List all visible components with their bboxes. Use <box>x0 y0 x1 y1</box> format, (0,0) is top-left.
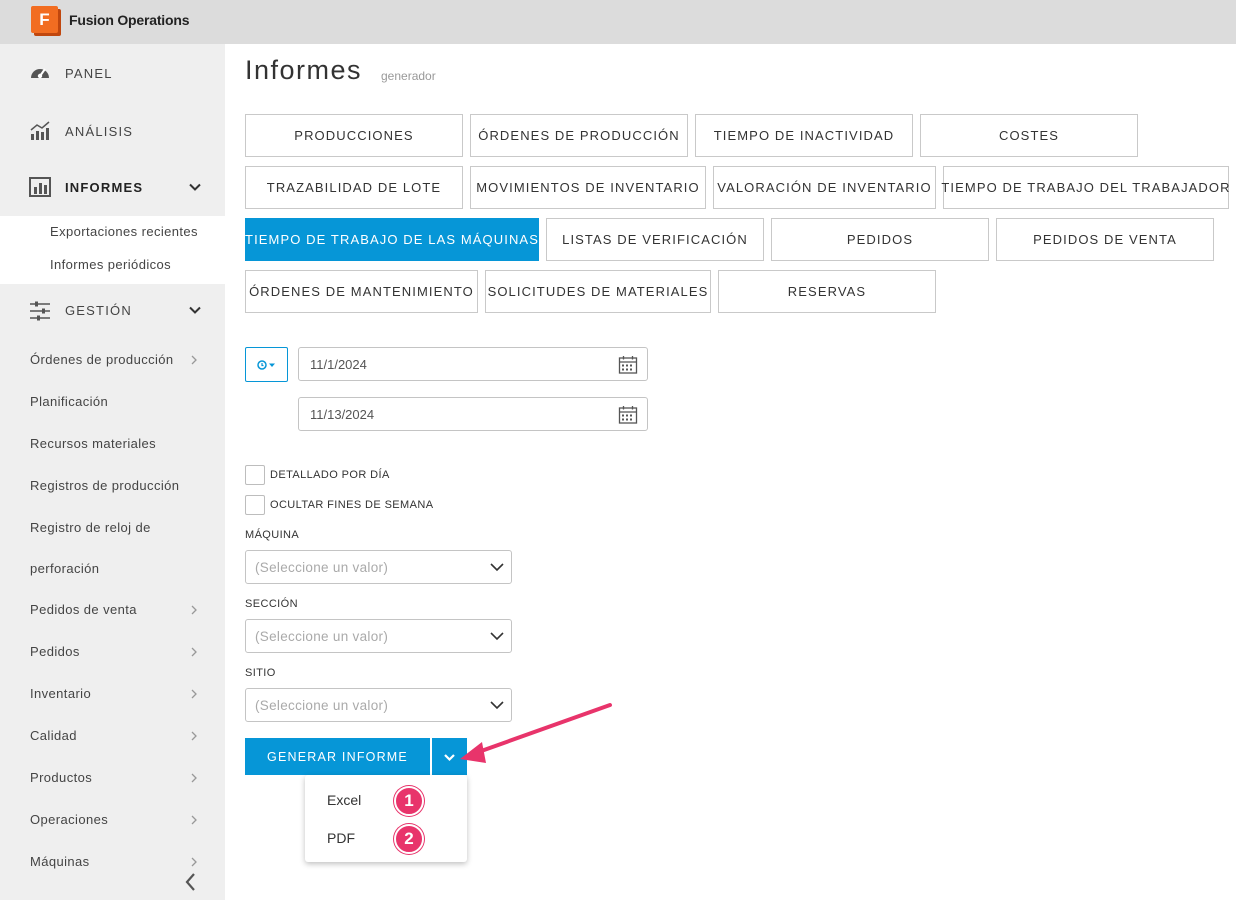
date-preset-dropdown[interactable] <box>245 347 288 382</box>
chevron-right-icon <box>191 355 197 365</box>
seccion-placeholder: (Seleccione un valor) <box>255 629 389 644</box>
app-header: F Fusion Operations <box>0 0 1236 44</box>
menu-item-excel[interactable]: Excel <box>327 792 361 808</box>
date-from-value: 11/1/2024 <box>310 357 367 372</box>
page-subtitle: generador <box>381 69 436 83</box>
page-title: Informes <box>245 55 363 85</box>
sidebar-item-productos[interactable]: Productos <box>30 770 92 785</box>
sidebar-item-ordenes-produccion[interactable]: Órdenes de producción <box>30 352 174 367</box>
report-button-pedidos-venta[interactable]: PEDIDOS DE VENTA <box>996 218 1214 261</box>
report-button-reservas[interactable]: RESERVAS <box>718 270 936 313</box>
bar-chart-icon <box>30 121 50 140</box>
chevron-right-icon <box>191 815 197 825</box>
maquina-select[interactable]: (Seleccione un valor) <box>245 550 512 584</box>
report-button-pedidos[interactable]: PEDIDOS <box>771 218 989 261</box>
report-button-solicitudes-materiales[interactable]: SOLICITUDES DE MATERIALES <box>485 270 711 313</box>
sidebar: PANEL ANÁLISIS INFORMES Exportaciones re… <box>0 44 225 900</box>
chevron-down-icon <box>490 632 504 641</box>
collapse-sidebar-icon[interactable] <box>183 872 199 892</box>
report-button-tiempo-inactividad[interactable]: TIEMPO DE INACTIVIDAD <box>695 114 913 157</box>
report-button-ordenes-mantenimiento[interactable]: ÓRDENES DE MANTENIMIENTO <box>245 270 478 313</box>
generate-format-dropdown[interactable] <box>432 738 467 775</box>
nav-panel[interactable]: PANEL <box>0 44 225 102</box>
seccion-label: SECCIÓN <box>245 598 298 610</box>
nav-informes-label: INFORMES <box>65 179 144 195</box>
chevron-right-icon <box>191 647 197 657</box>
nav-gestion-label: GESTIÓN <box>65 302 132 318</box>
report-button-costes[interactable]: COSTES <box>920 114 1138 157</box>
sliders-icon <box>30 301 50 321</box>
report-button-valoracion-inventario[interactable]: VALORACIÓN DE INVENTARIO <box>713 166 936 209</box>
nav-analisis[interactable]: ANÁLISIS <box>0 102 225 160</box>
chevron-right-icon <box>191 605 197 615</box>
sidebar-item-pedidos-venta[interactable]: Pedidos de venta <box>30 602 137 617</box>
chevron-right-icon <box>191 857 197 867</box>
date-to-input[interactable]: 11/13/2024 <box>298 397 648 431</box>
nav-panel-label: PANEL <box>65 65 113 81</box>
nav-informes[interactable]: INFORMES <box>0 158 225 216</box>
sidebar-item-registro-reloj[interactable]: Registro de reloj de <box>30 520 151 535</box>
detallado-por-dia-label: DETALLADO POR DÍA <box>270 469 390 481</box>
clock-icon <box>257 360 275 370</box>
calendar-icon[interactable] <box>618 405 638 425</box>
sitio-placeholder: (Seleccione un valor) <box>255 698 389 713</box>
sidebar-item-informes-periodicos[interactable]: Informes periódicos <box>50 257 171 272</box>
report-button-tiempo-trabajo-maquinas[interactable]: TIEMPO DE TRABAJO DE LAS MÁQUINAS <box>245 218 539 261</box>
export-format-menu: Excel PDF <box>305 775 467 862</box>
sitio-select[interactable]: (Seleccione un valor) <box>245 688 512 722</box>
sitio-label: SITIO <box>245 667 276 679</box>
maquina-placeholder: (Seleccione un valor) <box>255 560 389 575</box>
chevron-down-icon <box>444 754 455 762</box>
sidebar-item-pedidos[interactable]: Pedidos <box>30 644 80 659</box>
seccion-select[interactable]: (Seleccione un valor) <box>245 619 512 653</box>
ocultar-fines-semana-label: OCULTAR FINES DE SEMANA <box>270 499 434 511</box>
ocultar-fines-semana-checkbox[interactable] <box>245 495 265 515</box>
generate-report-button[interactable]: GENERAR INFORME <box>245 738 430 775</box>
chevron-right-icon <box>191 689 197 699</box>
sidebar-item-calidad[interactable]: Calidad <box>30 728 77 743</box>
menu-item-pdf[interactable]: PDF <box>327 830 355 846</box>
sidebar-item-registro-reloj-cont[interactable]: perforación <box>30 561 99 576</box>
sidebar-item-maquinas[interactable]: Máquinas <box>30 854 90 869</box>
nav-analisis-label: ANÁLISIS <box>65 123 134 139</box>
fusion-logo-icon[interactable]: F <box>31 6 61 36</box>
sidebar-item-recursos-materiales[interactable]: Recursos materiales <box>30 436 156 451</box>
chevron-down-icon <box>490 701 504 710</box>
report-icon <box>29 177 51 197</box>
sidebar-item-planificacion[interactable]: Planificación <box>30 394 108 409</box>
report-button-trazabilidad-lote[interactable]: TRAZABILIDAD DE LOTE <box>245 166 463 209</box>
date-from-input[interactable]: 11/1/2024 <box>298 347 648 381</box>
nav-gestion[interactable]: GESTIÓN <box>0 281 225 339</box>
app-title: Fusion Operations <box>69 12 190 28</box>
chevron-right-icon <box>191 773 197 783</box>
report-button-tiempo-trabajo-trabajador[interactable]: TIEMPO DE TRABAJO DEL TRABAJADOR <box>941 166 1230 209</box>
report-button-ordenes-produccion[interactable]: ÓRDENES DE PRODUCCIÓN <box>470 114 688 157</box>
chevron-down-icon[interactable] <box>189 304 201 316</box>
chevron-down-icon[interactable] <box>189 181 201 193</box>
informes-submenu: Exportaciones recientes Informes periódi… <box>0 216 225 284</box>
maquina-label: MÁQUINA <box>245 529 300 541</box>
calendar-icon[interactable] <box>618 355 638 375</box>
gauge-icon <box>31 68 49 79</box>
detallado-por-dia-checkbox[interactable] <box>245 465 265 485</box>
chevron-right-icon <box>191 731 197 741</box>
date-to-value: 11/13/2024 <box>310 407 375 422</box>
sidebar-item-exportaciones-recientes[interactable]: Exportaciones recientes <box>50 224 198 239</box>
report-button-listas-verificacion[interactable]: LISTAS DE VERIFICACIÓN <box>546 218 764 261</box>
chevron-down-icon <box>490 563 504 572</box>
report-button-movimientos-inventario[interactable]: MOVIMIENTOS DE INVENTARIO <box>470 166 706 209</box>
step-badge-1: 1 <box>394 786 424 816</box>
sidebar-item-registros-produccion[interactable]: Registros de producción <box>30 478 179 493</box>
sidebar-item-operaciones[interactable]: Operaciones <box>30 812 108 827</box>
report-button-producciones[interactable]: PRODUCCIONES <box>245 114 463 157</box>
sidebar-item-inventario[interactable]: Inventario <box>30 686 91 701</box>
step-badge-2: 2 <box>394 824 424 854</box>
